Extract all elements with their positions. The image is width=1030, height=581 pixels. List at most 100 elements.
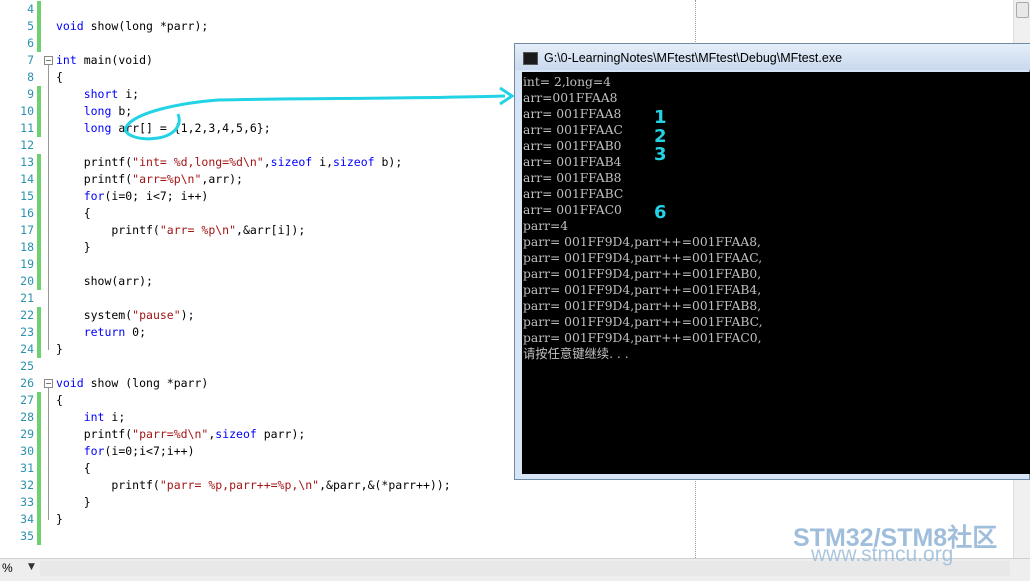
code-token: int <box>83 410 105 424</box>
zoom-level[interactable]: % <box>2 561 13 575</box>
console-line: arr= 001FFAB0 <box>523 139 622 153</box>
code-token: } <box>56 342 63 356</box>
code-text: { <box>56 460 91 477</box>
change-marker <box>37 188 41 205</box>
line-number: 22 <box>20 308 34 322</box>
change-marker <box>37 205 41 222</box>
code-token: { <box>56 206 91 220</box>
code-text: printf("arr= %p\n",&arr[i]); <box>56 222 305 239</box>
change-marker <box>37 103 41 120</box>
code-token: "parr= %p,parr++=%p,\n" <box>159 478 320 492</box>
code-token: i; <box>104 410 126 424</box>
change-marker <box>37 1 41 18</box>
code-text: system("pause"); <box>56 307 195 324</box>
code-token: ,&parr,&(*parr++)); <box>319 478 451 492</box>
code-text: { <box>56 69 63 86</box>
line-number: 28 <box>20 410 34 424</box>
code-token: b; <box>111 104 133 118</box>
line-number: 21 <box>20 291 34 305</box>
collapse-icon[interactable]: − <box>44 379 53 388</box>
code-token: 0; <box>125 325 147 339</box>
code-token: sizeof <box>215 427 257 441</box>
line-number: 4 <box>27 2 34 16</box>
code-token: ); <box>180 308 195 322</box>
line-number: 32 <box>20 478 34 492</box>
code-text: printf("arr=%p\n",arr); <box>56 171 243 188</box>
code-token: system( <box>56 308 133 322</box>
console-line: 请按任意键继续. . . <box>523 347 629 361</box>
code-text: int main(void) <box>56 52 153 69</box>
code-text: long arr[] = {1,2,3,4,5,6}; <box>56 120 271 137</box>
change-marker <box>37 392 41 409</box>
console-line: parr= 001FF9D4,parr++=001FFAA8, <box>523 235 761 249</box>
console-line: parr=4 <box>523 219 569 233</box>
chevron-down-icon[interactable]: ▼ <box>28 562 35 572</box>
code-token: b); <box>374 155 403 169</box>
console-line: parr= 001FF9D4,parr++=001FFAB0, <box>523 267 762 281</box>
code-token: } <box>56 240 91 254</box>
code-token: for <box>83 189 105 203</box>
code-token: ,arr); <box>201 172 243 186</box>
line-number: 18 <box>20 240 34 254</box>
code-line[interactable]: 4 <box>0 1 1030 18</box>
line-number: 8 <box>27 70 34 84</box>
console-line: arr= 001FFAB4 <box>523 155 622 169</box>
fold-guide <box>48 65 49 350</box>
line-number: 10 <box>20 104 34 118</box>
code-text: for(i=0;i<7;i++) <box>56 443 195 460</box>
line-number: 29 <box>20 427 34 441</box>
code-text: int i; <box>56 409 126 426</box>
line-number: 15 <box>20 189 34 203</box>
code-token: long <box>83 104 112 118</box>
code-text: { <box>56 392 63 409</box>
change-marker <box>37 120 41 137</box>
code-token: "arr= %p\n" <box>159 223 237 237</box>
line-number: 6 <box>27 36 34 50</box>
line-number: 23 <box>20 325 34 339</box>
code-token: arr[] = {1,2,3,4,5,6}; <box>111 121 271 135</box>
console-line: arr= 001FFAA8 <box>523 107 622 121</box>
code-text: void show (long *parr) <box>56 375 208 392</box>
code-text: show(arr); <box>56 273 153 290</box>
console-app-icon <box>523 52 538 65</box>
line-number: 9 <box>27 87 34 101</box>
line-number: 24 <box>20 342 34 356</box>
code-token: sizeof <box>333 155 375 169</box>
code-token: "parr=%d\n" <box>132 427 209 441</box>
line-number: 20 <box>20 274 34 288</box>
code-line[interactable]: 33 } <box>0 494 1030 511</box>
change-marker <box>37 511 41 528</box>
change-marker <box>37 35 41 52</box>
change-marker <box>37 154 41 171</box>
console-line: arr=001FFAA8 <box>523 91 618 105</box>
console-line: parr= 001FF9D4,parr++=001FFAAC, <box>523 251 763 265</box>
code-token: "arr=%p\n" <box>132 172 202 186</box>
code-text: printf("parr= %p,parr++=%p,\n",&parr,&(*… <box>56 477 451 494</box>
scrollbar-thumb[interactable] <box>1016 2 1029 18</box>
code-token: parr); <box>256 427 306 441</box>
line-number: 17 <box>20 223 34 237</box>
code-token: void <box>56 376 84 390</box>
code-line[interactable]: 5 void show(long *parr); <box>0 18 1030 35</box>
line-number: 5 <box>27 19 34 33</box>
code-token: (i=0;i<7;i++) <box>104 444 195 458</box>
code-token: } <box>56 512 63 526</box>
line-number: 26 <box>20 376 34 390</box>
collapse-icon[interactable]: − <box>44 56 53 65</box>
code-token: return <box>83 325 126 339</box>
change-marker <box>37 477 41 494</box>
code-token: ,&arr[i]); <box>236 223 306 237</box>
code-token: { <box>56 393 63 407</box>
code-text: short i; <box>56 86 139 103</box>
code-token: printf( <box>56 223 160 237</box>
code-token: show(arr); <box>56 274 153 288</box>
console-line: arr= 001FFAC0 <box>523 203 622 217</box>
line-number: 13 <box>20 155 34 169</box>
code-text: { <box>56 205 91 222</box>
change-marker <box>37 18 41 35</box>
line-number: 27 <box>20 393 34 407</box>
code-token: { <box>56 461 91 475</box>
change-marker <box>37 426 41 443</box>
